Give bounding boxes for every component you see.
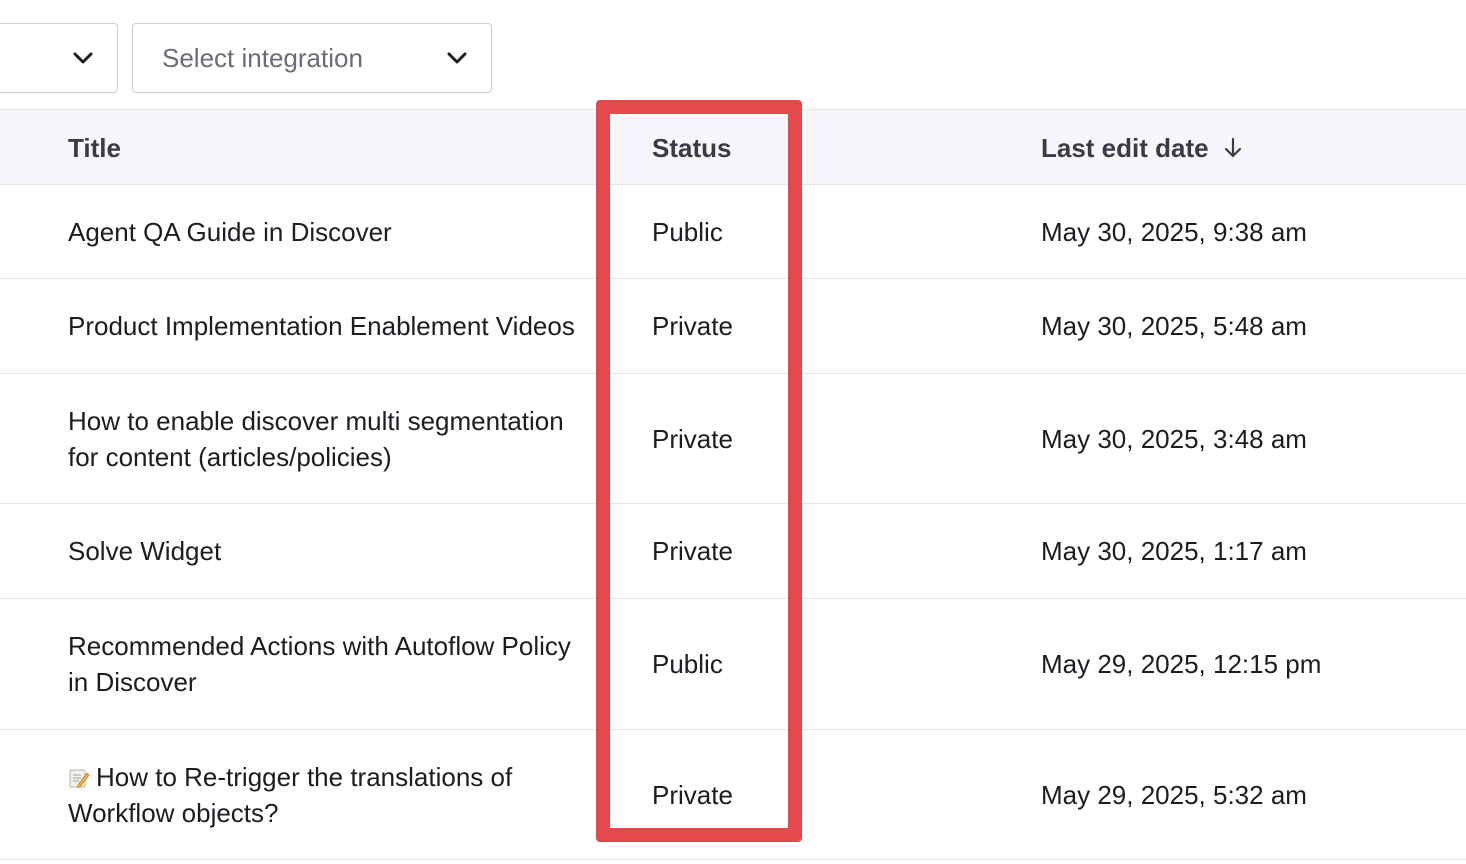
row-last-edit-date: May 30, 2025, 5:48 am — [1041, 311, 1307, 341]
column-header-last-edit-date-label: Last edit date — [1041, 132, 1209, 163]
row-title[interactable]: Recommended Actions with Autoflow Policy… — [68, 599, 598, 729]
row-title[interactable]: How to enable discover multi segmentatio… — [68, 374, 598, 503]
row-title[interactable]: Solve Widget — [68, 504, 598, 598]
row-status: Private — [652, 536, 733, 566]
chevron-down-icon — [447, 52, 467, 64]
row-status: Private — [652, 779, 733, 810]
row-title-text: How to Re-trigger the translations of Wo… — [68, 761, 513, 828]
row-status: Private — [652, 423, 733, 454]
articles-table: Title Status Last edit date Agent QA Gui… — [0, 109, 1466, 860]
table-row[interactable]: Agent QA Guide in Discover Public May 30… — [0, 185, 1466, 279]
row-title[interactable]: How to Re-trigger the translations of Wo… — [68, 730, 598, 859]
table-row[interactable]: How to Re-trigger the translations of Wo… — [0, 730, 1466, 860]
table-row[interactable]: Product Implementation Enablement Videos… — [0, 279, 1466, 374]
column-header-last-edit-date[interactable]: Last edit date — [1041, 110, 1245, 186]
memo-icon — [69, 769, 90, 788]
filter-dropdown[interactable] — [0, 23, 118, 93]
row-status: Public — [652, 649, 723, 679]
column-header-title[interactable]: Title — [68, 110, 121, 186]
row-last-edit-date: May 30, 2025, 1:17 am — [1041, 536, 1307, 566]
row-last-edit-date: May 29, 2025, 5:32 am — [1041, 779, 1307, 810]
row-last-edit-date: May 29, 2025, 12:15 pm — [1041, 649, 1322, 679]
column-header-status[interactable]: Status — [652, 110, 731, 186]
table-row[interactable]: Recommended Actions with Autoflow Policy… — [0, 599, 1466, 730]
arrow-down-icon[interactable] — [1221, 136, 1245, 160]
row-title[interactable]: Agent QA Guide in Discover — [68, 185, 598, 278]
row-title[interactable]: Product Implementation Enablement Videos — [68, 279, 598, 373]
table-row[interactable]: Solve Widget Private May 30, 2025, 1:17 … — [0, 504, 1466, 599]
select-integration-dropdown[interactable]: Select integration — [132, 23, 492, 93]
table-header: Title Status Last edit date — [0, 109, 1466, 185]
chevron-down-icon — [73, 52, 93, 64]
select-integration-placeholder: Select integration — [162, 42, 363, 73]
row-last-edit-date: May 30, 2025, 9:38 am — [1041, 216, 1307, 247]
row-status: Public — [652, 216, 723, 247]
table-row[interactable]: How to enable discover multi segmentatio… — [0, 374, 1466, 504]
knowledge-list-page: Select integration Title Status Last edi… — [0, 0, 1466, 864]
row-last-edit-date: May 30, 2025, 3:48 am — [1041, 423, 1307, 454]
row-status: Private — [652, 311, 733, 341]
